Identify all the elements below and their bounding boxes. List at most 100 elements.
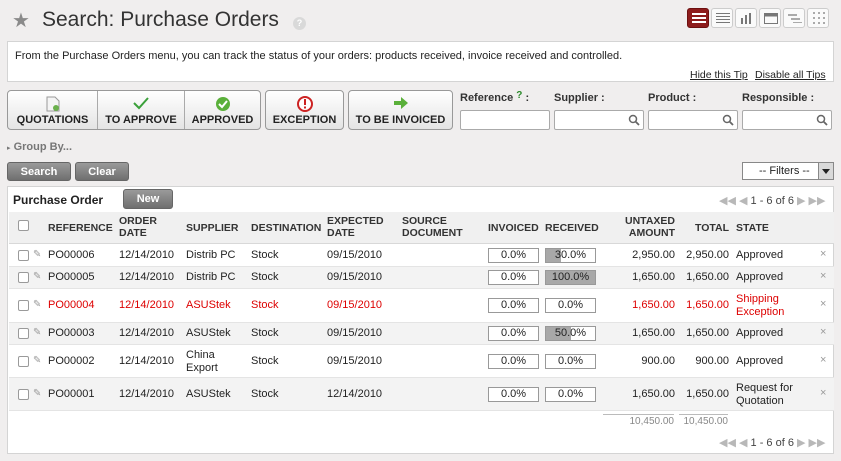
table-row[interactable]: ✎ PO00003 12/14/2010 ASUStek Stock 09/15/2010… [9, 323, 834, 345]
exception-alert-icon [296, 96, 313, 112]
state-filter-group: QUOTATIONS TO APPROVE APPROVED [7, 90, 261, 130]
delete-row-icon[interactable]: × [820, 270, 826, 282]
first-page-icon[interactable]: ◀◀ [719, 195, 736, 207]
order-date-cell: 12/14/2010 [119, 388, 175, 400]
responsible-input[interactable] [742, 110, 832, 130]
page-header: ★ Search: Purchase Orders ? [0, 0, 841, 40]
prev-page-icon[interactable]: ◀ [739, 195, 747, 207]
calendar-view-icon[interactable] [759, 8, 781, 28]
col-expected-date[interactable]: EXPECTED DATE [327, 215, 387, 239]
col-total[interactable]: TOTAL [689, 222, 729, 234]
grand-total: 10,450.00 [679, 414, 728, 427]
col-received[interactable]: RECEIVED [545, 222, 599, 234]
invoiced-progress: 0.0% [488, 354, 539, 369]
clear-button[interactable]: Clear [75, 162, 129, 181]
delete-row-icon[interactable]: × [820, 248, 826, 260]
table-row[interactable]: ✎ PO00001 12/14/2010 ASUStek Stock 12/14/2010… [9, 378, 834, 411]
table-row[interactable]: ✎ PO00006 12/14/2010 Distrib PC Stock 09/15/2… [9, 244, 834, 267]
reference-cell: PO00003 [48, 327, 95, 339]
approved-filter-button[interactable]: APPROVED [185, 91, 260, 129]
first-page-icon[interactable]: ◀◀ [719, 437, 736, 449]
col-source-document[interactable]: SOURCE DOCUMENT [402, 215, 467, 239]
search-icon[interactable] [816, 114, 828, 126]
edit-pencil-icon[interactable]: ✎ [33, 299, 41, 310]
kanban-view-icon[interactable] [807, 8, 829, 28]
col-destination[interactable]: DESTINATION [251, 222, 321, 234]
search-button[interactable]: Search [7, 162, 71, 181]
delete-row-icon[interactable]: × [820, 326, 826, 338]
list-title: Purchase Order [13, 193, 104, 207]
row-checkbox[interactable] [18, 250, 29, 261]
received-value: 0.0% [557, 355, 584, 367]
row-checkbox[interactable] [18, 328, 29, 339]
purchase-order-list: Purchase Order New ◀◀ ◀ 1 - 6 of 6 ▶ ▶▶ … [7, 186, 834, 454]
top-pager: ◀◀ ◀ 1 - 6 of 6 ▶ ▶▶ [719, 194, 825, 207]
grid-view-icon[interactable] [711, 8, 733, 28]
received-value: 100.0% [551, 271, 590, 283]
edit-pencil-icon[interactable]: ✎ [33, 271, 41, 282]
pager-text: 1 - 6 of 6 [750, 195, 794, 207]
quotations-filter-button[interactable]: QUOTATIONS [8, 91, 98, 129]
row-checkbox[interactable] [18, 300, 29, 311]
reference-input[interactable] [460, 110, 550, 130]
received-value: 50.0% [554, 327, 587, 339]
to-approve-filter-button[interactable]: TO APPROVE [98, 91, 185, 129]
search-icon[interactable] [722, 114, 734, 126]
favorite-star-icon[interactable]: ★ [12, 8, 30, 33]
dropdown-arrow-icon [818, 163, 833, 179]
row-checkbox[interactable] [18, 356, 29, 367]
received-value: 0.0% [557, 388, 584, 400]
supplier-cell: China Export [186, 349, 218, 374]
row-checkbox[interactable] [18, 272, 29, 283]
next-page-icon[interactable]: ▶ [797, 437, 805, 449]
hide-tip-link[interactable]: Hide this Tip [690, 69, 748, 81]
to-be-invoiced-filter-button[interactable]: TO BE INVOICED [349, 91, 452, 129]
product-field-label: Product : [648, 92, 697, 104]
edit-pencil-icon[interactable]: ✎ [33, 327, 41, 338]
delete-row-icon[interactable]: × [820, 387, 826, 399]
table-row[interactable]: ✎ PO00002 12/14/2010 China Export Stock 09/15… [9, 345, 834, 378]
received-progress: 0.0% [545, 298, 596, 313]
col-state[interactable]: STATE [736, 222, 769, 234]
select-all-checkbox[interactable] [18, 220, 29, 231]
state-cell: Approved [736, 327, 784, 339]
graph-view-icon[interactable] [735, 8, 757, 28]
supplier-input[interactable] [554, 110, 644, 130]
state-cell: Approved [736, 271, 784, 283]
list-view-icon[interactable] [687, 8, 709, 28]
invoiced-progress: 0.0% [488, 270, 539, 285]
new-button[interactable]: New [123, 189, 173, 209]
delete-row-icon[interactable]: × [820, 354, 826, 366]
col-invoiced[interactable]: INVOICED [488, 222, 539, 234]
table-row[interactable]: ✎ PO00005 12/14/2010 Distrib PC Stock 09/15/2… [9, 267, 834, 289]
prev-page-icon[interactable]: ◀ [739, 437, 747, 449]
search-icon[interactable] [628, 114, 640, 126]
disable-tips-link[interactable]: Disable all Tips [755, 69, 826, 81]
row-checkbox[interactable] [18, 389, 29, 400]
product-input[interactable] [648, 110, 738, 130]
reference-help-icon[interactable]: ? [516, 90, 522, 101]
next-page-icon[interactable]: ▶ [797, 195, 805, 207]
gantt-view-icon[interactable] [783, 8, 805, 28]
table-row[interactable]: ✎ PO00004 12/14/2010 ASUStek Stock 09/15/2010… [9, 289, 834, 323]
supplier-cell: Distrib PC [186, 271, 236, 283]
reference-cell: PO00005 [48, 271, 95, 283]
untaxed-total: 10,450.00 [603, 414, 674, 427]
group-by-toggle[interactable]: ▸ Group By... [7, 141, 72, 153]
col-reference[interactable]: REFERENCE [48, 222, 113, 234]
tip-text: From the Purchase Orders menu, you can t… [15, 50, 623, 62]
delete-row-icon[interactable]: × [820, 298, 826, 310]
col-supplier[interactable]: SUPPLIER [186, 222, 239, 234]
total-cell: 1,650.00 [686, 388, 729, 400]
edit-pencil-icon[interactable]: ✎ [33, 355, 41, 366]
col-order-date[interactable]: ORDER DATE [119, 215, 167, 239]
edit-pencil-icon[interactable]: ✎ [33, 249, 41, 260]
filters-select[interactable]: -- Filters -- [742, 162, 834, 180]
help-icon[interactable]: ? [293, 17, 306, 30]
col-untaxed-amount[interactable]: UNTAXED AMOUNT [613, 215, 675, 239]
last-page-icon[interactable]: ▶▶ [809, 195, 826, 207]
exception-filter-button[interactable]: EXCEPTION [266, 91, 343, 129]
edit-pencil-icon[interactable]: ✎ [33, 388, 41, 399]
last-page-icon[interactable]: ▶▶ [809, 437, 826, 449]
destination-cell: Stock [251, 299, 279, 311]
